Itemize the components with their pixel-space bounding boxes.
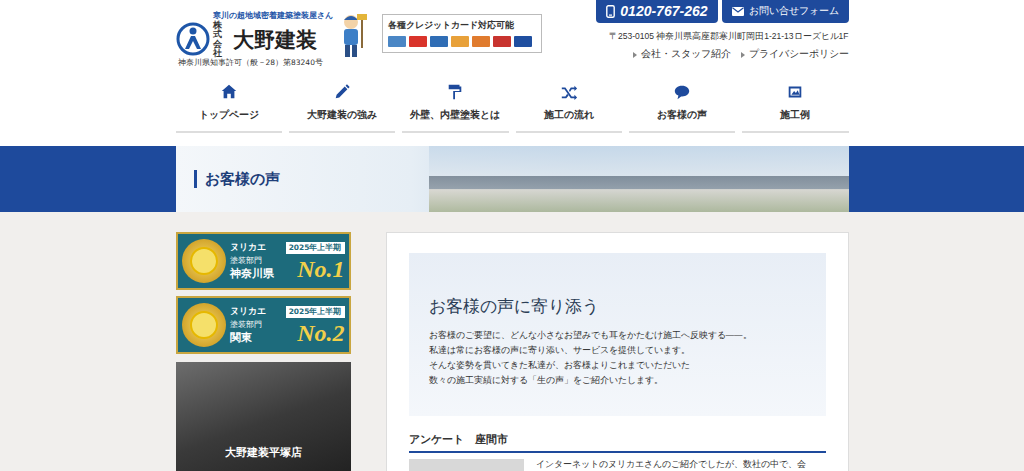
main-nav: トップページ大野建装の強み外壁、内壁塗装とは施工の流れお客様の声施工例: [176, 75, 849, 133]
nav-icon: [446, 83, 464, 101]
phone-button[interactable]: 0120-767-262: [596, 0, 717, 23]
intro-line: 数々の施工実績に対する「生の声」をご紹介いたします。: [429, 373, 806, 388]
nav-item[interactable]: トップページ: [176, 75, 282, 133]
intro-title: お客様の声に寄り添う: [429, 295, 806, 318]
nav-icon: [786, 83, 804, 101]
sidebar: ヌリカエ2025年上半期塗装部門神奈川県No.1 ヌリカエ2025年上半期塗装部門…: [176, 232, 351, 471]
nav-icon: [673, 83, 691, 101]
card-icon: [493, 36, 511, 47]
nav-item[interactable]: 外壁、内壁塗装とは: [402, 75, 508, 133]
company-type: 株式会社: [213, 21, 231, 58]
card-icon: [472, 36, 490, 47]
cards-title: 各種クレジットカード対応可能: [388, 19, 536, 32]
review-text: インターネットのヌリカエさんのご紹介でしたが、数社の中で、会: [536, 459, 806, 471]
nav-item[interactable]: 施工の流れ: [516, 75, 622, 133]
mail-icon: [732, 7, 744, 16]
header-link[interactable]: 会社・スタッフ紹介: [633, 48, 731, 61]
intro-line: そんな姿勢を貫いてきた私達が、お客様よりこれまでいただいた: [429, 358, 806, 373]
intro-box: お客様の声に寄り添うお客様のご要望に、どんな小さなお望みでも耳をかたむけ施工へ反…: [409, 253, 826, 416]
review-heading: アンケート 座間市: [409, 432, 826, 453]
company-name: 大野建装: [233, 26, 317, 54]
tagline: 寒川の超地域密着建築塗装屋さん: [213, 10, 333, 21]
nav-icon: [560, 83, 578, 101]
award-badge[interactable]: ヌリカエ2025年上半期塗装部門関東No.2: [176, 296, 351, 354]
painter-mascot-icon: [336, 12, 370, 58]
license: 神奈川県知事許可（般－28）第83240号: [178, 58, 376, 68]
content: ヌリカエ2025年上半期塗装部門神奈川県No.1 ヌリカエ2025年上半期塗装部門…: [0, 212, 1024, 471]
banner-title: お客様の声: [194, 170, 280, 188]
card-icon: [430, 36, 448, 47]
nav-item[interactable]: 大野建装の強み: [289, 75, 395, 133]
logo[interactable]: 寒川の超地域密着建築塗装屋さん株式会社大野建装神奈川県知事許可（般－28）第83…: [176, 0, 376, 70]
intro-line: お客様のご要望に、どんな小さなお望みでも耳をかたむけ施工へ反映する――。: [429, 328, 806, 343]
nav-item[interactable]: お客様の声: [629, 75, 735, 133]
intro-line: 私達は常にお客様の声に寄り添い、サービスを提供しています。: [429, 343, 806, 358]
contact-button[interactable]: お問い合せフォーム: [722, 0, 849, 23]
medal-icon: [182, 239, 226, 283]
emblem-icon: [176, 22, 210, 56]
main-card: お客様の声に寄り添うお客様のご要望に、どんな小さなお望みでも耳をかたむけ施工へ反…: [386, 232, 849, 471]
medal-icon: [182, 303, 226, 347]
card-icon: [451, 36, 469, 47]
award-badge[interactable]: ヌリカエ2025年上半期塗装部門神奈川県No.1: [176, 232, 351, 290]
phone-icon: [606, 5, 615, 18]
page-banner: お客様の声: [0, 146, 1024, 212]
card-icon: [514, 36, 532, 47]
review: インターネットのヌリカエさんのご紹介でしたが、数社の中で、会: [409, 459, 826, 471]
page: 寒川の超地域密着建築塗装屋さん株式会社大野建装神奈川県知事許可（般－28）第83…: [0, 0, 1024, 471]
card-icon: [409, 36, 427, 47]
header-link[interactable]: プライバシーポリシー: [741, 48, 849, 61]
arrow-icon: [741, 52, 745, 58]
store-banner[interactable]: 大野建装平塚店: [176, 362, 351, 471]
header: 寒川の超地域密着建築塗装屋さん株式会社大野建装神奈川県知事許可（般－28）第83…: [0, 0, 1024, 70]
address: 〒253-0105 神奈川県高座郡寒川町岡田1-21-13ローズヒル1F: [609, 31, 849, 43]
nav-icon: [333, 83, 351, 101]
arrow-icon: [633, 52, 637, 58]
card-icon: [388, 36, 406, 47]
credit-cards: 各種クレジットカード対応可能: [382, 14, 542, 53]
banner-photo: [429, 146, 849, 212]
store-caption: 大野建装平塚店: [225, 446, 302, 460]
review-photo: [409, 459, 524, 471]
nav-item[interactable]: 施工例: [742, 75, 848, 133]
nav-icon: [220, 83, 238, 101]
